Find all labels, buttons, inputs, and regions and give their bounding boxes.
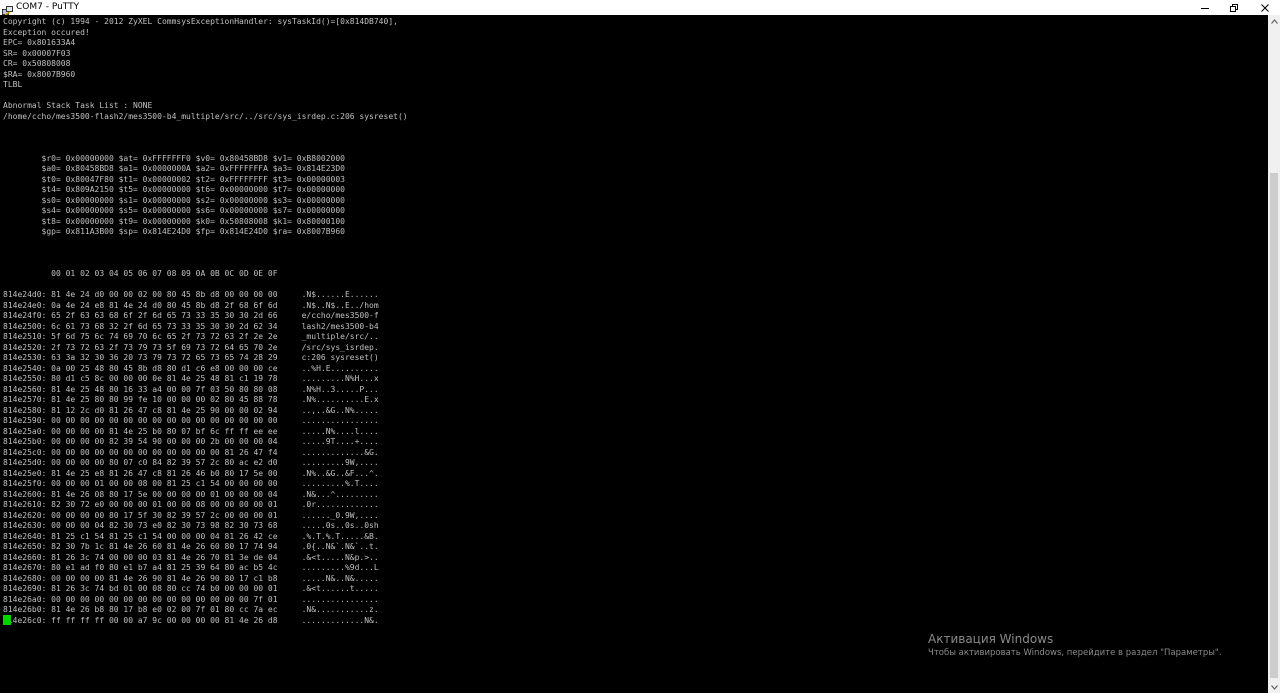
scroll-up-button[interactable] <box>1268 15 1280 27</box>
terminal-line: 814e26c0: ff ff ff ff 00 00 a7 9c 00 00 … <box>3 615 379 625</box>
terminal-line: 814e25e0: 81 4e 25 e8 81 26 47 c8 81 26 … <box>3 468 379 478</box>
terminal-line: 814e24f0: 65 2f 63 63 68 6f 2f 6d 65 73 … <box>3 311 379 320</box>
terminal-cursor <box>3 615 11 625</box>
terminal-line: 814e2570: 81 4e 25 80 80 99 fe 10 00 00 … <box>3 395 379 404</box>
terminal-line: 814e24d0: 81 4e 24 d0 00 00 02 00 80 45 … <box>3 290 379 299</box>
terminal-line: EPC= 0x801633A4 <box>3 38 76 47</box>
minimize-button[interactable] <box>1190 0 1220 15</box>
terminal-line: Exception occured! <box>3 27 90 37</box>
terminal-line: 814e26a0: 00 00 00 00 00 00 00 00 00 00 … <box>3 594 379 604</box>
terminal-line: 814e2630: 00 00 00 04 82 30 73 e0 82 30 … <box>3 521 379 530</box>
terminal-line: 814e2690: 81 26 3c 74 bd 01 00 08 80 cc … <box>3 584 379 593</box>
terminal-line: 814e2670: 80 e1 ad f0 80 e1 b7 a4 81 25 … <box>3 563 379 572</box>
terminal-line: SR= 0x00007F03 <box>3 48 71 58</box>
terminal-line: 814e2520: 2f 73 72 63 2f 73 79 73 5f 69 … <box>3 342 379 352</box>
scrollbar-thumb[interactable] <box>1270 173 1278 678</box>
vertical-scrollbar[interactable] <box>1268 15 1280 693</box>
terminal-line: /home/ccho/mes3500-flash2/mes3500-b4_mul… <box>3 111 408 121</box>
terminal-line: 814e24e0: 0a 4e 24 e8 81 4e 24 d0 80 45 … <box>3 300 379 310</box>
close-button[interactable] <box>1250 0 1280 15</box>
terminal-line: $s4= 0x00000000 $s5= 0x00000000 $s6= 0x0… <box>3 206 345 215</box>
terminal-line: 814e25a0: 00 00 00 00 81 4e 25 b0 80 07 … <box>3 426 379 436</box>
terminal-line: Abnormal Stack Task List : NONE <box>3 101 153 110</box>
terminal-line: 814e2620: 00 00 00 00 80 17 5f 30 82 39 … <box>3 510 379 520</box>
terminal-line: 814e2590: 00 00 00 00 00 00 00 00 00 00 … <box>3 416 379 425</box>
scroll-down-button[interactable] <box>1268 681 1280 693</box>
terminal-line: 814e2650: 82 30 7b 1c 81 4e 26 60 81 4e … <box>3 542 379 551</box>
maximize-button[interactable] <box>1219 0 1249 15</box>
terminal-line: 814e2500: 6c 61 73 68 32 2f 6d 65 73 33 … <box>3 321 379 331</box>
terminal-line: $t8= 0x00000000 $t9= 0x00000000 $k0= 0x5… <box>3 216 345 226</box>
windows-activation-watermark: Активация Windows Чтобы активировать Win… <box>928 631 1222 660</box>
terminal-line: 814e25d0: 00 00 00 00 80 07 c0 84 82 39 … <box>3 458 379 467</box>
chevron-down-icon <box>1270 684 1278 690</box>
terminal-line: 814e2550: 80 d1 c5 8c 00 00 00 0e 81 4e … <box>3 374 379 383</box>
terminal-line: 814e2580: 81 12 2c d0 81 26 47 c8 81 4e … <box>3 405 379 415</box>
terminal-line: $s0= 0x00000000 $s1= 0x00000000 $s2= 0x0… <box>3 195 345 205</box>
terminal-line: Copyright (c) 1994 - 2012 ZyXEL CommsysE… <box>3 17 398 26</box>
minimize-icon <box>1201 7 1209 9</box>
activation-subtitle: Чтобы активировать Windows, перейдите в … <box>928 648 1222 658</box>
chevron-up-icon <box>1270 18 1278 24</box>
terminal-line: CR= 0x50808008 <box>3 59 71 68</box>
terminal-line: TLBL <box>3 80 23 89</box>
terminal-area[interactable]: Copyright (c) 1994 - 2012 ZyXEL CommsysE… <box>0 15 1268 693</box>
terminal-line: 814e2660: 81 26 3c 74 00 00 00 03 81 4e … <box>3 552 379 562</box>
terminal-line: $t4= 0x809A2150 $t5= 0x00000000 $t6= 0x0… <box>3 185 345 194</box>
close-icon <box>1261 3 1269 12</box>
terminal-line: 814e2680: 00 00 00 00 81 4e 26 90 81 4e … <box>3 573 379 583</box>
maximize-icon <box>1230 3 1238 12</box>
terminal-line: 814e2600: 81 4e 26 08 80 17 5e 00 00 00 … <box>3 489 379 499</box>
terminal-line: 00 01 02 03 04 05 06 07 08 09 0A 0B 0C 0… <box>3 269 278 278</box>
terminal-line: 814e2540: 0a 00 25 48 80 45 8b d8 80 d1 … <box>3 363 379 373</box>
window-title: COM7 - PuTTY <box>16 2 80 12</box>
putty-icon[interactable] <box>2 2 13 16</box>
terminal-line: 814e2530: 63 3a 32 30 36 20 73 79 73 72 … <box>3 353 379 362</box>
terminal-line: $gp= 0x811A3B00 $sp= 0x814E24D0 $fp= 0x8… <box>3 227 345 236</box>
terminal-line: 814e25b0: 00 00 00 00 82 39 54 90 00 00 … <box>3 437 379 446</box>
terminal-line: 814e2510: 5f 6d 75 6c 74 69 70 6c 65 2f … <box>3 332 379 341</box>
terminal-line: $t0= 0x80047F80 $t1= 0x00000002 $t2= 0xF… <box>3 174 345 184</box>
terminal-output: Copyright (c) 1994 - 2012 ZyXEL CommsysE… <box>3 17 408 626</box>
terminal-line: 814e2610: 82 30 72 e0 00 00 00 01 00 00 … <box>3 500 379 509</box>
terminal-line: 814e2640: 81 25 c1 54 81 25 c1 54 00 00 … <box>3 531 379 541</box>
terminal-line: $a0= 0x80458BD8 $a1= 0x0000000A $a2= 0xF… <box>3 164 345 173</box>
title-bar[interactable]: COM7 - PuTTY <box>0 0 1280 16</box>
activation-title: Активация Windows <box>928 632 1054 646</box>
terminal-line: 814e2560: 81 4e 25 48 80 16 33 a4 00 00 … <box>3 384 379 394</box>
terminal-line: $r0= 0x00000000 $at= 0xFFFFFFF0 $v0= 0x8… <box>3 153 345 163</box>
terminal-line: 814e26b0: 81 4e 26 b8 80 17 b8 e0 02 00 … <box>3 605 379 614</box>
terminal-line: 814e25f0: 00 00 00 01 00 00 08 00 81 25 … <box>3 479 379 488</box>
terminal-line: 814e25c0: 00 00 00 00 00 00 00 00 00 00 … <box>3 447 379 457</box>
terminal-line: $RA= 0x8007B960 <box>3 69 76 79</box>
